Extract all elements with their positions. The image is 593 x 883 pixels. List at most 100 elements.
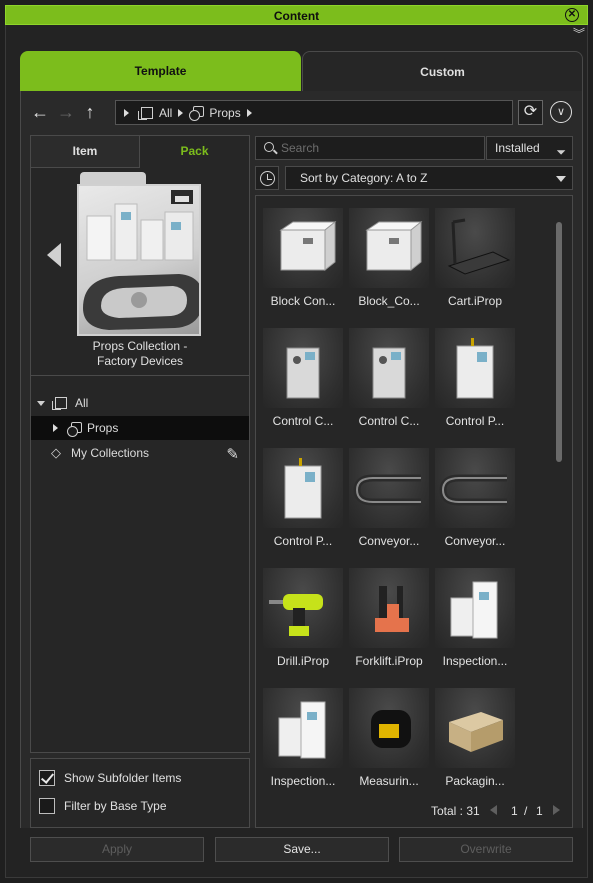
up-arrow-icon[interactable]: ↑ bbox=[79, 102, 101, 124]
breadcrumb-expand-icon[interactable] bbox=[124, 108, 129, 117]
search-input[interactable] bbox=[281, 139, 481, 157]
dropdown-arrow-icon bbox=[556, 176, 566, 182]
sort-label: Sort by Category: A to Z bbox=[300, 171, 428, 185]
tab-custom[interactable]: Custom bbox=[302, 51, 583, 91]
content-item[interactable]: Control P... bbox=[435, 328, 515, 448]
filter-options: Show Subfolder Items Filter by Base Type bbox=[30, 758, 250, 828]
pack-image bbox=[77, 184, 201, 336]
control-cabinet-thumbnail-icon bbox=[349, 328, 429, 408]
content-item[interactable]: Drill.iProp bbox=[263, 568, 343, 688]
control-cabinet-thumbnail-icon bbox=[263, 328, 343, 408]
breadcrumb-separator-icon[interactable] bbox=[178, 108, 184, 117]
content-item-label: Control C... bbox=[358, 414, 420, 428]
tree-label-my-collections: My Collections bbox=[71, 446, 150, 460]
back-arrow-icon[interactable]: ← bbox=[29, 102, 51, 124]
filter-base-checkbox[interactable] bbox=[39, 798, 55, 814]
content-item[interactable]: Inspection... bbox=[435, 568, 515, 688]
save-button[interactable]: Save... bbox=[215, 837, 389, 862]
content-item-label: Block Con... bbox=[270, 294, 336, 308]
close-icon[interactable]: ✕ bbox=[565, 8, 579, 22]
page-prev-icon[interactable] bbox=[490, 805, 497, 815]
refresh-icon[interactable]: ⟳ bbox=[518, 100, 543, 125]
grid-scrollbar[interactable] bbox=[556, 222, 562, 462]
cart-thumbnail-icon bbox=[435, 208, 515, 288]
sort-dropdown[interactable]: Sort by Category: A to Z bbox=[285, 166, 573, 190]
content-item[interactable]: Conveyor... bbox=[349, 448, 429, 568]
expand-caret-icon[interactable] bbox=[53, 424, 58, 432]
tree-item-props[interactable]: Props bbox=[31, 416, 249, 440]
drill-thumbnail-icon bbox=[263, 568, 343, 648]
options-menu-icon[interactable]: ∨ bbox=[550, 101, 572, 123]
collapse-caret-icon[interactable] bbox=[37, 400, 45, 406]
show-subfolder-checkbox[interactable] bbox=[39, 770, 55, 786]
tree-item-all[interactable]: All bbox=[31, 391, 249, 415]
total-count: Total : 31 bbox=[431, 804, 480, 818]
content-item-label: Block_Co... bbox=[358, 294, 420, 308]
overwrite-button[interactable]: Overwrite bbox=[399, 837, 573, 862]
recent-clock-icon[interactable] bbox=[255, 166, 279, 190]
show-subfolder-label: Show Subfolder Items bbox=[64, 771, 182, 785]
content-grid: Block Con... Block_Co... Cart.iProp Control… bbox=[263, 208, 523, 808]
content-item[interactable]: Cart.iProp bbox=[435, 208, 515, 328]
content-item-label: Drill.iProp bbox=[276, 654, 329, 668]
tree-item-my-collections[interactable]: ◇ My Collections ✎ bbox=[31, 441, 249, 465]
page-next-icon[interactable] bbox=[553, 805, 560, 815]
block-container-thumbnail-icon bbox=[349, 208, 429, 288]
inspection-thumbnail-icon bbox=[263, 688, 343, 768]
installed-filter[interactable]: Installed ⏷ bbox=[486, 136, 573, 160]
forward-arrow-icon[interactable]: → bbox=[55, 102, 77, 124]
pager: Total : 31 1 / 1 bbox=[256, 801, 572, 821]
package-box-thumbnail-icon bbox=[435, 688, 515, 768]
breadcrumb-all[interactable]: All bbox=[159, 106, 172, 120]
content-item-label: Forklift.iProp bbox=[355, 654, 423, 668]
all-folder-icon bbox=[138, 106, 153, 120]
content-item-label: Inspection... bbox=[442, 654, 508, 668]
content-item-label: Inspection... bbox=[270, 774, 336, 788]
content-item[interactable]: Conveyor... bbox=[435, 448, 515, 568]
content-item[interactable]: Forklift.iProp bbox=[349, 568, 429, 688]
current-page: 1 bbox=[511, 804, 518, 818]
pack-thumbnail[interactable] bbox=[77, 172, 205, 338]
content-item[interactable]: Control C... bbox=[349, 328, 429, 448]
pack-name: Props Collection - Factory Devices bbox=[92, 339, 188, 368]
tab-pack[interactable]: Pack bbox=[140, 136, 249, 168]
tab-template[interactable]: Template bbox=[20, 51, 301, 91]
previous-pack-arrow-icon[interactable] bbox=[47, 243, 61, 267]
breadcrumb-separator-icon[interactable] bbox=[246, 108, 252, 117]
collapse-icon[interactable]: ︾ bbox=[573, 28, 585, 40]
show-subfolder-option[interactable]: Show Subfolder Items bbox=[39, 770, 181, 786]
tab-item[interactable]: Item bbox=[31, 136, 140, 168]
content-item[interactable]: Control C... bbox=[263, 328, 343, 448]
content-item[interactable]: Packagin... bbox=[435, 688, 515, 808]
window-title: Content bbox=[273, 9, 320, 23]
breadcrumb-props[interactable]: Props bbox=[209, 106, 240, 120]
content-item-label: Conveyor... bbox=[444, 534, 506, 548]
content-item-label: Packagin... bbox=[445, 774, 505, 788]
apply-button[interactable]: Apply bbox=[30, 837, 204, 862]
conveyor-thumbnail-icon bbox=[349, 448, 429, 528]
content-item-label: Control P... bbox=[273, 534, 333, 548]
breadcrumb: All Props bbox=[115, 100, 513, 125]
search-box bbox=[255, 136, 485, 160]
content-item[interactable]: Block_Co... bbox=[349, 208, 429, 328]
edit-pencil-icon[interactable]: ✎ bbox=[226, 445, 239, 463]
content-item-label: Control P... bbox=[445, 414, 505, 428]
search-icon bbox=[264, 142, 274, 152]
content-item[interactable]: Control P... bbox=[263, 448, 343, 568]
tree-label-props: Props bbox=[87, 421, 119, 435]
filter-base-option[interactable]: Filter by Base Type bbox=[39, 798, 167, 814]
collection-tag-icon: ◇ bbox=[51, 445, 61, 460]
content-item[interactable]: Block Con... bbox=[263, 208, 343, 328]
content-grid-panel: Block Con... Block_Co... Cart.iProp Control… bbox=[255, 195, 573, 828]
content-item[interactable]: Measurin... bbox=[349, 688, 429, 808]
content-item-label: Cart.iProp bbox=[447, 294, 503, 308]
tree-label-all: All bbox=[75, 396, 89, 410]
content-item-label: Conveyor... bbox=[358, 534, 420, 548]
library-subtabs: Item Pack bbox=[31, 136, 249, 168]
window-titlebar: Content ✕ bbox=[5, 5, 588, 25]
control-panel-thumbnail-icon bbox=[435, 328, 515, 408]
divider bbox=[31, 375, 249, 376]
filter-funnel-icon[interactable]: ⏷ bbox=[556, 141, 566, 163]
content-item[interactable]: Inspection... bbox=[263, 688, 343, 808]
tape-measure-thumbnail-icon bbox=[349, 688, 429, 768]
